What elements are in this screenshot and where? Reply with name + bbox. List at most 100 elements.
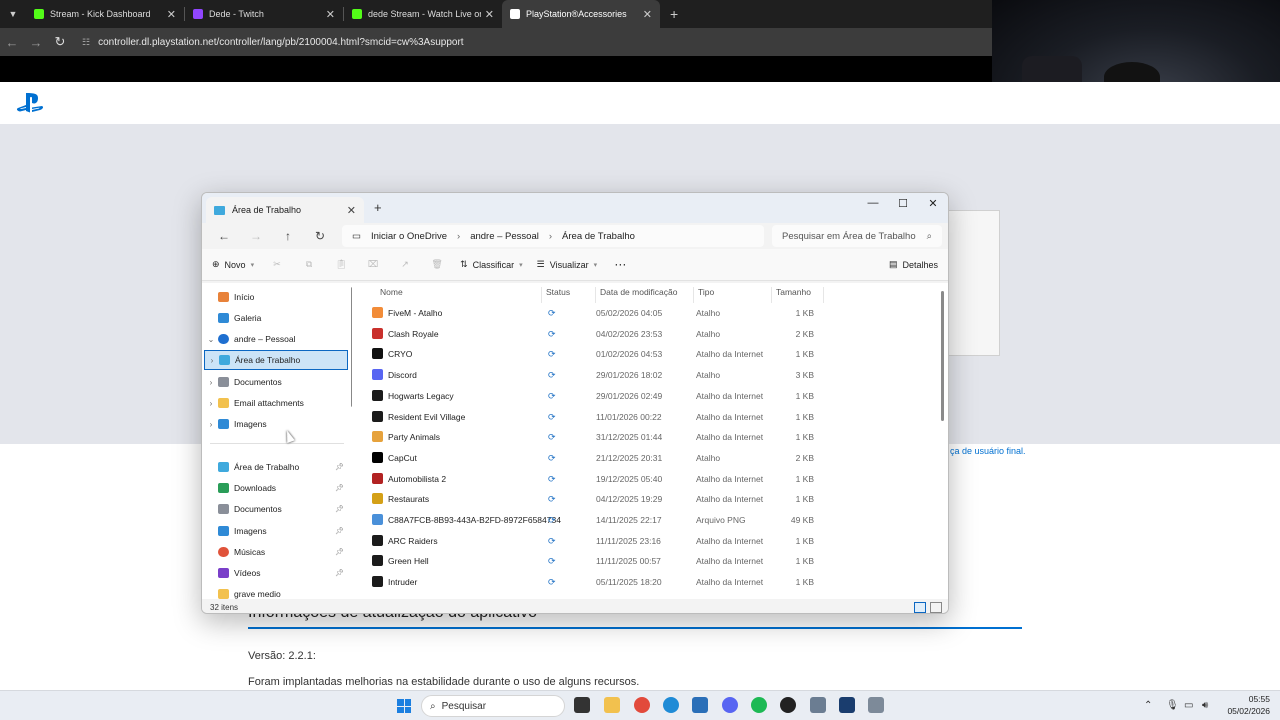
tab-search-chevron-icon[interactable]: ▼: [0, 0, 26, 28]
table-row[interactable]: Restaurats ⟳ 04/12/2025 19:29 Atalho da Int…: [366, 489, 948, 509]
close-tab-icon[interactable]: ✕: [326, 8, 335, 21]
nav-item-email-attachments[interactable]: › Email attachments: [204, 393, 348, 413]
discord-icon[interactable]: [722, 697, 738, 713]
new-explorer-tab-icon[interactable]: +: [374, 200, 382, 215]
taskbar-search[interactable]: ⌕ Pesquisar: [421, 695, 565, 717]
table-row[interactable]: Intruder ⟳ 05/11/2025 18:20 Atalho da Inter…: [366, 572, 948, 592]
site-info-icon[interactable]: ☷: [82, 37, 90, 48]
table-row[interactable]: Resident Evil Village ⟳ 11/01/2026 00:22 At…: [366, 407, 948, 427]
browser-tab-twitch[interactable]: Dede - Twitch ✕: [185, 0, 343, 28]
more-options-icon[interactable]: ···: [615, 260, 627, 270]
nav-item-images[interactable]: › Imagens: [204, 414, 348, 434]
nav-item-onedrive[interactable]: ⌄ andre – Pessoal: [204, 329, 348, 349]
table-row[interactable]: CRYO ⟳ 01/02/2026 04:53 Atalho da Internet 1…: [366, 344, 948, 364]
table-row[interactable]: Hogwarts Legacy ⟳ 29/01/2026 02:49 Atalho d…: [366, 386, 948, 406]
obs-icon[interactable]: [780, 697, 796, 713]
nav-item-gallery[interactable]: Galeria: [204, 308, 348, 328]
url-field[interactable]: ☷ controller.dl.playstation.net/controll…: [82, 32, 992, 52]
close-tab-icon[interactable]: ✕: [167, 8, 176, 21]
network-icon[interactable]: ▭: [1184, 700, 1193, 711]
chevron-right-icon[interactable]: ›: [204, 420, 218, 429]
breadcrumb[interactable]: ▭ Iniciar o OneDrive › andre – Pessoal ›…: [342, 225, 764, 247]
table-row[interactable]: Automobilista 2 ⟳ 19/12/2025 05:40 Atalho d…: [366, 469, 948, 489]
app-icon[interactable]: [868, 697, 884, 713]
refresh-icon[interactable]: ↻: [304, 229, 336, 243]
show-hidden-icons-icon[interactable]: ⌃: [1144, 700, 1152, 711]
microphone-icon[interactable]: 🎙︎: [1166, 700, 1179, 711]
delete-icon[interactable]: 🗑︎: [428, 259, 446, 270]
close-tab-icon[interactable]: ✕: [347, 204, 356, 217]
close-window-icon[interactable]: ✕: [918, 197, 948, 210]
table-row[interactable]: ARC Raiders ⟳ 11/11/2025 23:16 Atalho da In…: [366, 531, 948, 551]
spotify-icon[interactable]: [751, 697, 767, 713]
chrome-icon[interactable]: [634, 697, 650, 713]
table-row[interactable]: Green Hell ⟳ 11/11/2025 00:57 Atalho da Int…: [366, 551, 948, 571]
nav-item-desktop-selected[interactable]: › Área de Trabalho: [204, 350, 348, 370]
column-header-date[interactable]: Data de modificação: [596, 287, 694, 303]
browser-tab-playstation[interactable]: PlayStation®Accessories ✕: [502, 0, 660, 28]
view-button[interactable]: ☰ Visualizar ▾: [537, 259, 597, 270]
column-header-size[interactable]: Tamanho: [772, 287, 824, 303]
cut-icon[interactable]: ✂: [268, 259, 286, 270]
clock[interactable]: 05:55 05/02/2026: [1222, 693, 1270, 717]
new-button[interactable]: ⊕ Novo ▾: [212, 259, 254, 270]
table-row[interactable]: Clash Royale ⟳ 04/02/2026 23:53 Atalho 2 KB: [366, 324, 948, 344]
browser-tab-kick-dashboard[interactable]: Stream - Kick Dashboard ✕: [26, 0, 184, 28]
close-tab-icon[interactable]: ✕: [643, 8, 652, 21]
license-link[interactable]: ça de usuário final.: [950, 446, 1026, 456]
quick-access-desktop[interactable]: Área de Trabalho 📌︎: [204, 457, 348, 477]
forward-icon[interactable]: →: [24, 35, 48, 50]
task-view-icon[interactable]: [574, 697, 590, 713]
back-icon[interactable]: ←: [208, 229, 240, 243]
settings-icon[interactable]: [810, 697, 826, 713]
reload-icon[interactable]: ↻: [48, 34, 72, 50]
new-tab-icon[interactable]: +: [660, 6, 688, 22]
quick-access-downloads[interactable]: Downloads 📌︎: [204, 478, 348, 498]
tiles-view-icon[interactable]: [930, 601, 942, 613]
table-row[interactable]: FiveM - Atalho ⟳ 05/02/2026 04:05 Atalho 1 K…: [366, 303, 948, 323]
steam-icon[interactable]: [839, 697, 855, 713]
windows-start-icon[interactable]: [397, 699, 411, 713]
chevron-right-icon[interactable]: ›: [204, 378, 218, 387]
edge-icon[interactable]: [663, 697, 679, 713]
rename-icon[interactable]: ⌧: [364, 259, 382, 270]
breadcrumb-item-onedrive[interactable]: Iniciar o OneDrive: [371, 231, 447, 242]
table-row[interactable]: Discord ⟳ 29/01/2026 18:02 Atalho 3 KB: [366, 365, 948, 385]
outlook-icon[interactable]: [692, 697, 708, 713]
back-icon[interactable]: ←: [0, 35, 24, 50]
chevron-right-icon[interactable]: ›: [205, 356, 219, 365]
copy-icon[interactable]: ⧉: [300, 259, 318, 270]
details-button[interactable]: ▤ Detalhes: [889, 259, 938, 270]
minimize-icon[interactable]: —: [858, 197, 888, 209]
share-icon[interactable]: ↗: [396, 259, 414, 270]
table-row[interactable]: Party Animals ⟳ 31/12/2025 01:44 Atalho da …: [366, 427, 948, 447]
nav-item-documents[interactable]: › Documentos: [204, 372, 348, 392]
close-tab-icon[interactable]: ✕: [485, 8, 494, 21]
sort-button[interactable]: ⇅ Classificar ▾: [460, 259, 523, 270]
column-header-name[interactable]: Nome: [376, 287, 542, 303]
quick-access-documents[interactable]: Documentos 📌︎: [204, 499, 348, 519]
table-row[interactable]: CapCut ⟳ 21/12/2025 20:31 Atalho 2 KB: [366, 448, 948, 468]
breadcrumb-item-desktop[interactable]: Área de Trabalho: [562, 231, 635, 242]
volume-icon[interactable]: 🔊︎: [1202, 700, 1208, 711]
quick-access-images[interactable]: Imagens 📌︎: [204, 521, 348, 541]
column-header-type[interactable]: Tipo: [694, 287, 772, 303]
details-view-icon[interactable]: [914, 601, 926, 613]
file-explorer-taskbar-icon[interactable]: [604, 697, 620, 713]
paste-icon[interactable]: 📋︎: [332, 259, 350, 270]
chevron-right-icon[interactable]: ›: [204, 399, 218, 408]
forward-icon[interactable]: →: [240, 229, 272, 243]
file-scrollbar[interactable]: [941, 291, 944, 421]
quick-access-music[interactable]: Músicas 📌︎: [204, 542, 348, 562]
breadcrumb-item-personal[interactable]: andre – Pessoal: [470, 231, 539, 242]
quick-access-videos[interactable]: Vídeos 📌︎: [204, 563, 348, 583]
search-input[interactable]: Pesquisar em Área de Trabalho ⌕: [772, 225, 942, 247]
maximize-icon[interactable]: ☐: [888, 197, 918, 210]
up-icon[interactable]: ↑: [272, 229, 304, 243]
column-header-status[interactable]: Status: [542, 287, 596, 303]
browser-tab-kick-stream[interactable]: dede Stream - Watch Live on K ✕: [344, 0, 502, 28]
explorer-tab[interactable]: Área de Trabalho ✕: [206, 197, 364, 223]
chevron-down-icon[interactable]: ⌄: [204, 335, 218, 344]
playstation-logo-icon[interactable]: [16, 92, 46, 114]
nav-item-home[interactable]: Início: [204, 287, 348, 307]
